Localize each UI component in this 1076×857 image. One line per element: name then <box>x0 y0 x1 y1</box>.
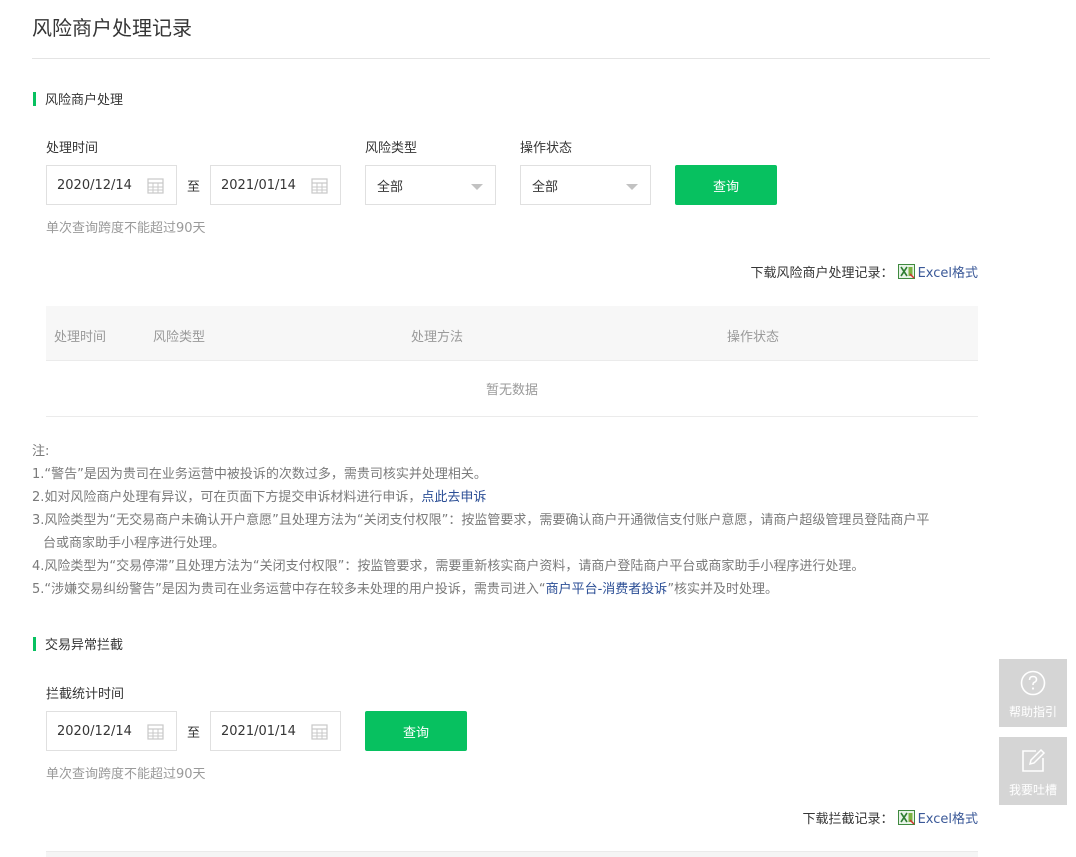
intercept-excel-download-link[interactable]: Excel格式 <box>918 808 978 827</box>
start-date-value: 2020/12/14 <box>57 723 132 739</box>
intercept-query-button[interactable]: 查询 <box>365 711 467 751</box>
note-line-2-text: 2.如对风险商户处理有异议，可在页面下方提交申诉材料进行申诉， <box>32 490 422 505</box>
column-header-type: 风险类型 <box>153 330 206 345</box>
calendar-icon <box>147 724 164 740</box>
intercept-download-line: 下载拦截记录： Excel格式 <box>803 808 978 827</box>
feedback-label: 我要吐槽 <box>1008 783 1057 797</box>
risk-download-line: 下载风险商户处理记录： Excel格式 <box>751 262 978 281</box>
op-status-value: 全部 <box>532 179 559 195</box>
help-guide-label: 帮助指引 <box>1008 705 1057 719</box>
risk-type-value: 全部 <box>377 179 404 195</box>
help-guide-button[interactable]: 帮助指引 <box>999 659 1067 727</box>
appeal-link[interactable]: 点此去申诉 <box>421 490 486 505</box>
notes-block: 注: 1.“警告”是因为贵司在业务运营中被投诉的次数过多，需贵司核实并处理相关。… <box>32 440 992 601</box>
calendar-icon <box>311 724 328 740</box>
op-status-select[interactable]: 全部 <box>520 165 651 205</box>
process-time-label: 处理时间 <box>46 141 99 156</box>
date-range-separator: 至 <box>187 180 201 195</box>
risk-excel-download-link[interactable]: Excel格式 <box>918 262 978 281</box>
section-accent-bar <box>33 91 36 106</box>
note-line-3: 3.风险类型为“无交易商户未确认开户意愿”且处理方法为“关闭支付权限”：按监管要… <box>32 513 930 528</box>
chevron-down-icon <box>626 184 638 190</box>
feedback-button[interactable]: 我要吐槽 <box>999 737 1067 805</box>
section-accent-bar <box>33 636 36 651</box>
table-header: 处理时间 风险类型 处理方法 操作状态 <box>46 306 978 361</box>
note-line-4: 4.风险类型为“交易停滞”且处理方法为“关闭支付权限”：按监管要求，需要重新核实… <box>32 559 865 574</box>
intercept-time-label: 拦截统计时间 <box>46 687 125 702</box>
intercept-query-hint: 单次查询跨度不能超过90天 <box>46 767 206 782</box>
notes-title: 注: <box>32 444 50 459</box>
risk-type-label: 风险类型 <box>365 141 418 156</box>
note-line-1: 1.“警告”是因为贵司在业务运营中被投诉的次数过多，需贵司核实并处理相关。 <box>32 467 487 482</box>
intercept-section-title: 交易异常拦截 <box>45 638 124 653</box>
chevron-down-icon <box>471 184 483 190</box>
note-line-5-suffix: ”核实并及时处理。 <box>667 582 779 597</box>
intercept-table-top <box>46 851 978 857</box>
date-range-separator: 至 <box>187 726 201 741</box>
op-status-label: 操作状态 <box>520 141 573 156</box>
risk-type-select[interactable]: 全部 <box>365 165 496 205</box>
excel-icon <box>897 810 915 825</box>
process-end-date-input[interactable]: 2021/01/14 <box>210 165 341 205</box>
risk-query-hint: 单次查询跨度不能超过90天 <box>46 221 206 236</box>
risk-section-title: 风险商户处理 <box>45 93 124 108</box>
edit-icon <box>1022 748 1046 772</box>
note-line-5-prefix: 5.“涉嫌交易纠纷警告”是因为贵司在业务运营中存在较多未处理的用户投诉，需贵司进… <box>32 582 546 597</box>
intercept-end-date-input[interactable]: 2021/01/14 <box>210 711 341 751</box>
note-line-2: 2.如对风险商户处理有异议，可在页面下方提交申诉材料进行申诉，点此去申诉 <box>32 486 992 509</box>
note-line-3-cont: 台或商家助手小程序进行处理。 <box>43 536 226 551</box>
calendar-icon <box>147 178 164 194</box>
question-circle-icon <box>1020 670 1046 696</box>
risk-section-heading: 风险商户处理 <box>33 89 123 108</box>
excel-icon <box>897 264 915 279</box>
column-header-time: 处理时间 <box>54 330 107 345</box>
table-empty-state: 暂无数据 <box>46 361 978 417</box>
column-header-status: 操作状态 <box>727 330 780 345</box>
end-date-value: 2021/01/14 <box>221 177 296 193</box>
process-start-date-input[interactable]: 2020/12/14 <box>46 165 177 205</box>
consumer-complaint-link[interactable]: 商户平台-消费者投诉 <box>546 582 668 597</box>
risk-download-label: 下载风险商户处理记录： <box>750 266 894 281</box>
intercept-download-label: 下载拦截记录： <box>802 812 894 827</box>
intercept-section-heading: 交易异常拦截 <box>33 634 123 653</box>
start-date-value: 2020/12/14 <box>57 177 132 193</box>
page-title: 风险商户处理记录 <box>32 16 192 40</box>
title-divider <box>32 58 990 59</box>
end-date-value: 2021/01/14 <box>221 723 296 739</box>
calendar-icon <box>311 178 328 194</box>
column-header-method: 处理方法 <box>411 330 464 345</box>
risk-records-table: 处理时间 风险类型 处理方法 操作状态 暂无数据 <box>46 306 978 417</box>
note-line-5: 5.“涉嫌交易纠纷警告”是因为贵司在业务运营中存在较多未处理的用户投诉，需贵司进… <box>32 578 992 601</box>
intercept-start-date-input[interactable]: 2020/12/14 <box>46 711 177 751</box>
risk-query-button[interactable]: 查询 <box>675 165 777 205</box>
